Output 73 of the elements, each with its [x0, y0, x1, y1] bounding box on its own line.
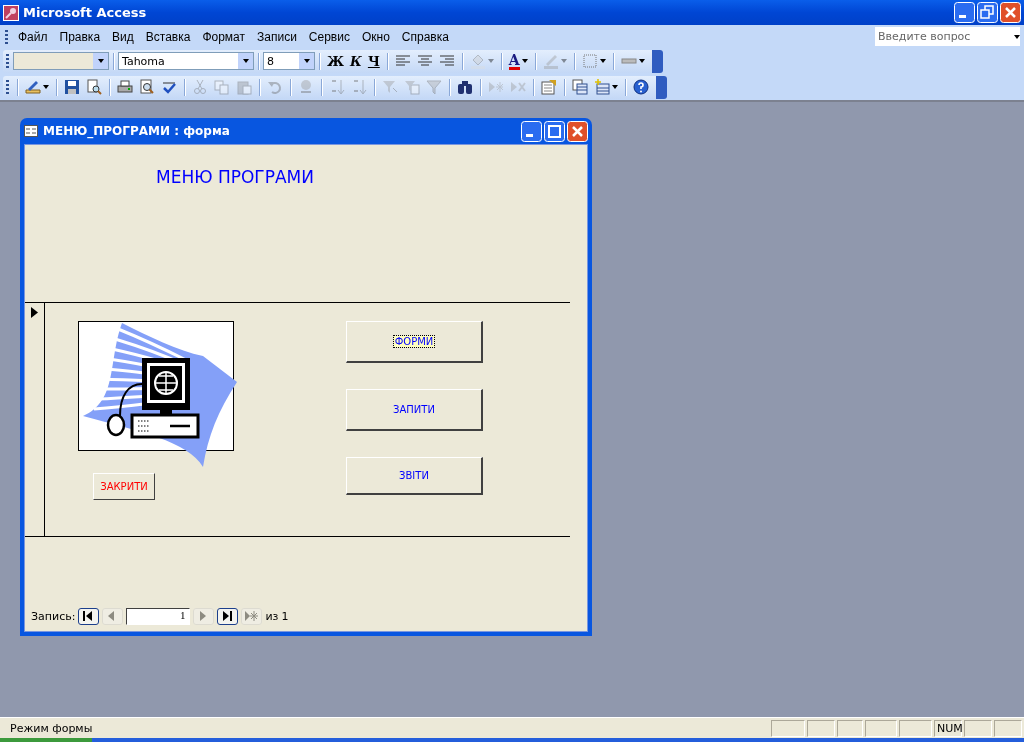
status-panel — [964, 719, 992, 737]
menu-item[interactable]: Справка — [395, 27, 455, 46]
caret-icon[interactable] — [638, 59, 645, 63]
record-total: 1 — [281, 609, 289, 623]
menu-item[interactable]: Вид — [106, 27, 140, 46]
font-combo[interactable]: Tahoma — [118, 52, 254, 70]
last-arrow-icon — [221, 610, 235, 622]
align-left-icon[interactable] — [394, 53, 411, 69]
menu-button[interactable]: ФОРМИ — [346, 321, 483, 363]
bold-button[interactable]: Ж — [327, 53, 345, 69]
database-window-icon[interactable] — [572, 79, 588, 95]
status-panel — [899, 719, 932, 737]
first-record-button[interactable] — [78, 607, 100, 625]
form-icon — [24, 125, 38, 137]
record-pointer-icon — [31, 307, 38, 318]
file-search-icon[interactable] — [86, 79, 102, 95]
record-label: Запись: — [31, 609, 76, 623]
print-preview-icon[interactable] — [139, 79, 155, 95]
caret-icon[interactable] — [97, 59, 104, 63]
font-color-button[interactable]: A — [508, 52, 520, 70]
last-record-button[interactable] — [217, 607, 239, 625]
caret-icon[interactable] — [599, 59, 606, 63]
caret-icon[interactable] — [43, 85, 49, 89]
underline-button[interactable]: Ч — [367, 53, 380, 69]
caret-icon[interactable] — [242, 59, 249, 63]
maximize-button[interactable] — [544, 120, 565, 142]
menu-button[interactable]: ЗАПИТИ — [346, 389, 483, 431]
menu-item[interactable]: Файл — [12, 27, 54, 46]
minimize-button[interactable] — [521, 120, 542, 142]
minimize-button[interactable] — [954, 2, 975, 23]
status-panel — [865, 719, 897, 737]
caret-icon[interactable] — [303, 59, 310, 63]
close-button[interactable] — [567, 120, 588, 142]
form-title: МЕНЮ_ПРОГРАМИ : форма — [43, 124, 231, 138]
window-title: Microsoft Access — [23, 5, 148, 20]
of-label: из — [265, 609, 279, 623]
help-icon[interactable] — [633, 79, 649, 95]
italic-button[interactable]: К — [350, 53, 362, 69]
app-key-icon — [3, 4, 19, 21]
binoculars-icon[interactable] — [457, 79, 473, 95]
new-object-icon[interactable] — [594, 79, 610, 95]
menu-item[interactable]: Вставка — [139, 27, 197, 46]
menu-button[interactable]: ЗВІТИ — [346, 457, 483, 495]
menu-item[interactable]: Записи — [251, 27, 303, 46]
new-arrow-icon — [245, 610, 259, 622]
form-heading: МЕНЮ ПРОГРАМИ — [156, 167, 314, 187]
align-right-icon[interactable] — [438, 53, 455, 69]
caret-icon[interactable] — [612, 85, 618, 89]
question-field[interactable]: Введите вопрос — [875, 27, 1020, 46]
status-panel — [837, 719, 863, 737]
status-text: Режим формы — [9, 721, 94, 735]
save-icon[interactable] — [64, 79, 80, 95]
properties-icon[interactable] — [541, 79, 557, 95]
font-size-combo[interactable]: 8 — [263, 52, 315, 70]
record-number-field[interactable]: 1 — [126, 607, 191, 625]
caret-icon[interactable] — [521, 59, 528, 63]
status-panel — [994, 719, 1022, 737]
status-indicator: NUM — [934, 719, 962, 737]
align-center-icon[interactable] — [416, 53, 433, 69]
toolbar-options-button[interactable] — [656, 75, 667, 99]
menu-item[interactable]: Формат — [196, 27, 252, 46]
restore-button[interactable] — [977, 2, 998, 23]
printer-icon[interactable] — [117, 79, 133, 95]
menu-item[interactable]: Окно — [355, 27, 396, 46]
pencil-ruler-icon[interactable] — [25, 79, 41, 95]
status-panel — [807, 719, 835, 737]
close-button[interactable] — [1000, 2, 1021, 23]
caret-icon[interactable] — [1014, 34, 1020, 39]
toolbar-options-button[interactable] — [651, 49, 663, 73]
menu-item[interactable]: Сервис — [302, 27, 356, 46]
menu-item[interactable]: Правка — [53, 27, 107, 46]
spelling-check-icon[interactable] — [161, 79, 177, 95]
status-panel — [771, 719, 805, 737]
